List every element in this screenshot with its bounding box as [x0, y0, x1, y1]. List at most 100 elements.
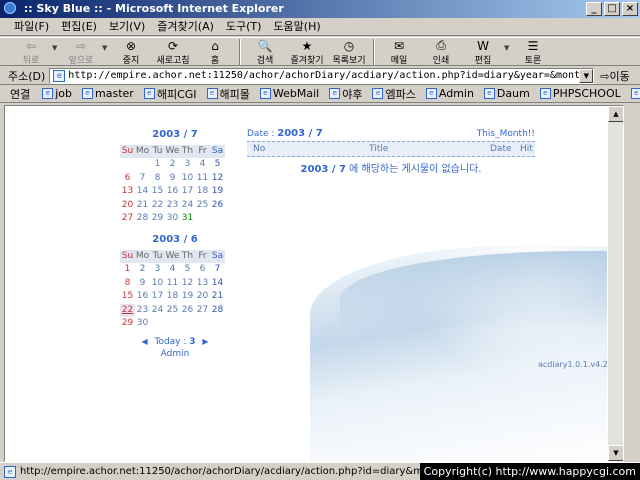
- scroll-up-icon[interactable]: ▲: [608, 106, 623, 122]
- home-button[interactable]: ⌂ 홈: [194, 38, 236, 67]
- link-item[interactable]: e 해피몰: [206, 86, 250, 102]
- link-item[interactable]: e 야후: [329, 86, 362, 102]
- calendar-day[interactable]: 4: [165, 263, 180, 277]
- link-item[interactable]: e Daum: [483, 86, 530, 102]
- back-button[interactable]: ⇦ 뒤로: [10, 38, 52, 67]
- link-item[interactable]: e Admin: [425, 86, 474, 102]
- calendar-day[interactable]: 20: [120, 199, 135, 213]
- menu-file[interactable]: 파일(F): [8, 18, 55, 35]
- go-button[interactable]: ⇨이동: [600, 68, 629, 84]
- calendar-day[interactable]: 11: [195, 172, 210, 186]
- scroll-down-icon[interactable]: ▼: [608, 445, 623, 461]
- edit-dropdown-icon[interactable]: ▼: [504, 38, 512, 65]
- calendar-day[interactable]: 19: [210, 185, 225, 199]
- menu-favorites[interactable]: 즐겨찾기(A): [151, 18, 220, 35]
- calendar-day[interactable]: 19: [180, 290, 195, 304]
- address-input[interactable]: e http://empire.achor.net:11250/achor/ac…: [49, 67, 595, 84]
- calendar-day[interactable]: 31: [180, 212, 195, 226]
- calendar-day[interactable]: 12: [210, 172, 225, 186]
- back-dropdown-icon[interactable]: ▼: [52, 38, 60, 65]
- calendar-day[interactable]: 8: [120, 277, 135, 291]
- calendar-day[interactable]: 2: [135, 263, 150, 277]
- menu-view[interactable]: 보기(V): [103, 18, 151, 35]
- calendar-day[interactable]: 16: [135, 290, 150, 304]
- calendar-day[interactable]: 5: [210, 158, 225, 172]
- calendar-day[interactable]: 24: [150, 304, 165, 318]
- calendar-day[interactable]: 28: [210, 304, 225, 318]
- calendar-day[interactable]: 12: [180, 277, 195, 291]
- calendar-day[interactable]: 25: [165, 304, 180, 318]
- admin-link[interactable]: Admin: [120, 349, 230, 359]
- address-dropdown-icon[interactable]: ▼: [579, 68, 594, 83]
- link-item[interactable]: e PHPSCHOOL: [539, 86, 621, 102]
- calendar-day[interactable]: 10: [150, 277, 165, 291]
- link-item[interactable]: e 해피CGI: [143, 86, 197, 102]
- discuss-button[interactable]: ☰ 토론: [512, 38, 554, 67]
- calendar-day[interactable]: 18: [165, 290, 180, 304]
- calendar-day[interactable]: 27: [195, 304, 210, 318]
- calendar-day[interactable]: 17: [150, 290, 165, 304]
- calendar-day[interactable]: 21: [135, 199, 150, 213]
- forward-button[interactable]: ⇨ 앞으로: [60, 38, 102, 67]
- link-item[interactable]: e job: [42, 86, 72, 102]
- calendar-day[interactable]: 9: [165, 172, 180, 186]
- calendar-day[interactable]: 21: [210, 290, 225, 304]
- calendar-day[interactable]: 29: [120, 317, 135, 331]
- edit-button[interactable]: W 편집: [462, 38, 504, 67]
- calendar-july-title[interactable]: 2003 / 7: [120, 128, 230, 142]
- calendar-day[interactable]: 15: [150, 185, 165, 199]
- address-url[interactable]: http://empire.achor.net:11250/achor/acho…: [68, 70, 592, 81]
- calendar-day[interactable]: 10: [180, 172, 195, 186]
- calendar-day[interactable]: 6: [195, 263, 210, 277]
- calendar-day[interactable]: 6: [120, 172, 135, 186]
- calendar-day[interactable]: 13: [120, 185, 135, 199]
- calendar-day[interactable]: 27: [120, 212, 135, 226]
- maximize-button[interactable]: □: [604, 2, 620, 16]
- calendar-day[interactable]: 4: [195, 158, 210, 172]
- print-button[interactable]: ⎙ 인쇄: [420, 38, 462, 66]
- forward-dropdown-icon[interactable]: ▼: [102, 38, 110, 65]
- calendar-day[interactable]: 26: [180, 304, 195, 318]
- link-item[interactable]: e 엠파스: [372, 86, 416, 102]
- calendar-day[interactable]: 22: [120, 303, 135, 317]
- calendar-day[interactable]: 28: [135, 212, 150, 226]
- calendar-day[interactable]: 17: [180, 185, 195, 199]
- link-item[interactable]: e국민: [630, 86, 640, 102]
- search-button[interactable]: 🔍 검색: [244, 38, 286, 67]
- calendar-day[interactable]: 13: [195, 277, 210, 291]
- calendar-day[interactable]: 3: [150, 263, 165, 277]
- calendar-day[interactable]: 16: [165, 185, 180, 199]
- calendar-day[interactable]: 5: [180, 263, 195, 277]
- favorites-button[interactable]: ★ 즐겨찾기: [286, 38, 328, 67]
- minimize-button[interactable]: _: [586, 2, 602, 16]
- this-month-link[interactable]: This_Month!!: [477, 128, 535, 140]
- calendar-day[interactable]: 30: [135, 317, 150, 331]
- calendar-day[interactable]: 26: [210, 199, 225, 213]
- calendar-day[interactable]: 24: [180, 199, 195, 213]
- history-button[interactable]: ◷ 목록보기: [328, 38, 370, 67]
- calendar-day[interactable]: 7: [135, 172, 150, 186]
- refresh-button[interactable]: ⟳ 새로고침: [152, 38, 194, 67]
- calendar-day[interactable]: 3: [180, 158, 195, 172]
- calendar-day[interactable]: 11: [165, 277, 180, 291]
- calendar-day[interactable]: 22: [150, 199, 165, 213]
- calendar-day[interactable]: 2: [165, 158, 180, 172]
- calendar-day[interactable]: 29: [150, 212, 165, 226]
- calendar-day[interactable]: 30: [165, 212, 180, 226]
- prev-month-icon[interactable]: ◀: [141, 337, 147, 346]
- link-item[interactable]: e WebMail: [259, 86, 319, 102]
- calendar-day[interactable]: 1: [150, 158, 165, 172]
- calendar-day[interactable]: 23: [135, 304, 150, 318]
- link-item[interactable]: e master: [82, 86, 134, 102]
- calendar-day[interactable]: 23: [165, 199, 180, 213]
- calendar-day[interactable]: 14: [135, 185, 150, 199]
- calendar-june-title[interactable]: 2003 / 6: [120, 233, 230, 247]
- calendar-day[interactable]: 20: [195, 290, 210, 304]
- vertical-scrollbar[interactable]: ▲ ▼: [607, 106, 623, 461]
- mail-button[interactable]: ✉ 메일: [378, 38, 420, 67]
- menu-help[interactable]: 도움말(H): [267, 18, 326, 35]
- calendar-day[interactable]: 9: [135, 277, 150, 291]
- calendar-day[interactable]: 7: [210, 263, 225, 277]
- calendar-day[interactable]: 15: [120, 290, 135, 304]
- menu-edit[interactable]: 편집(E): [55, 18, 103, 35]
